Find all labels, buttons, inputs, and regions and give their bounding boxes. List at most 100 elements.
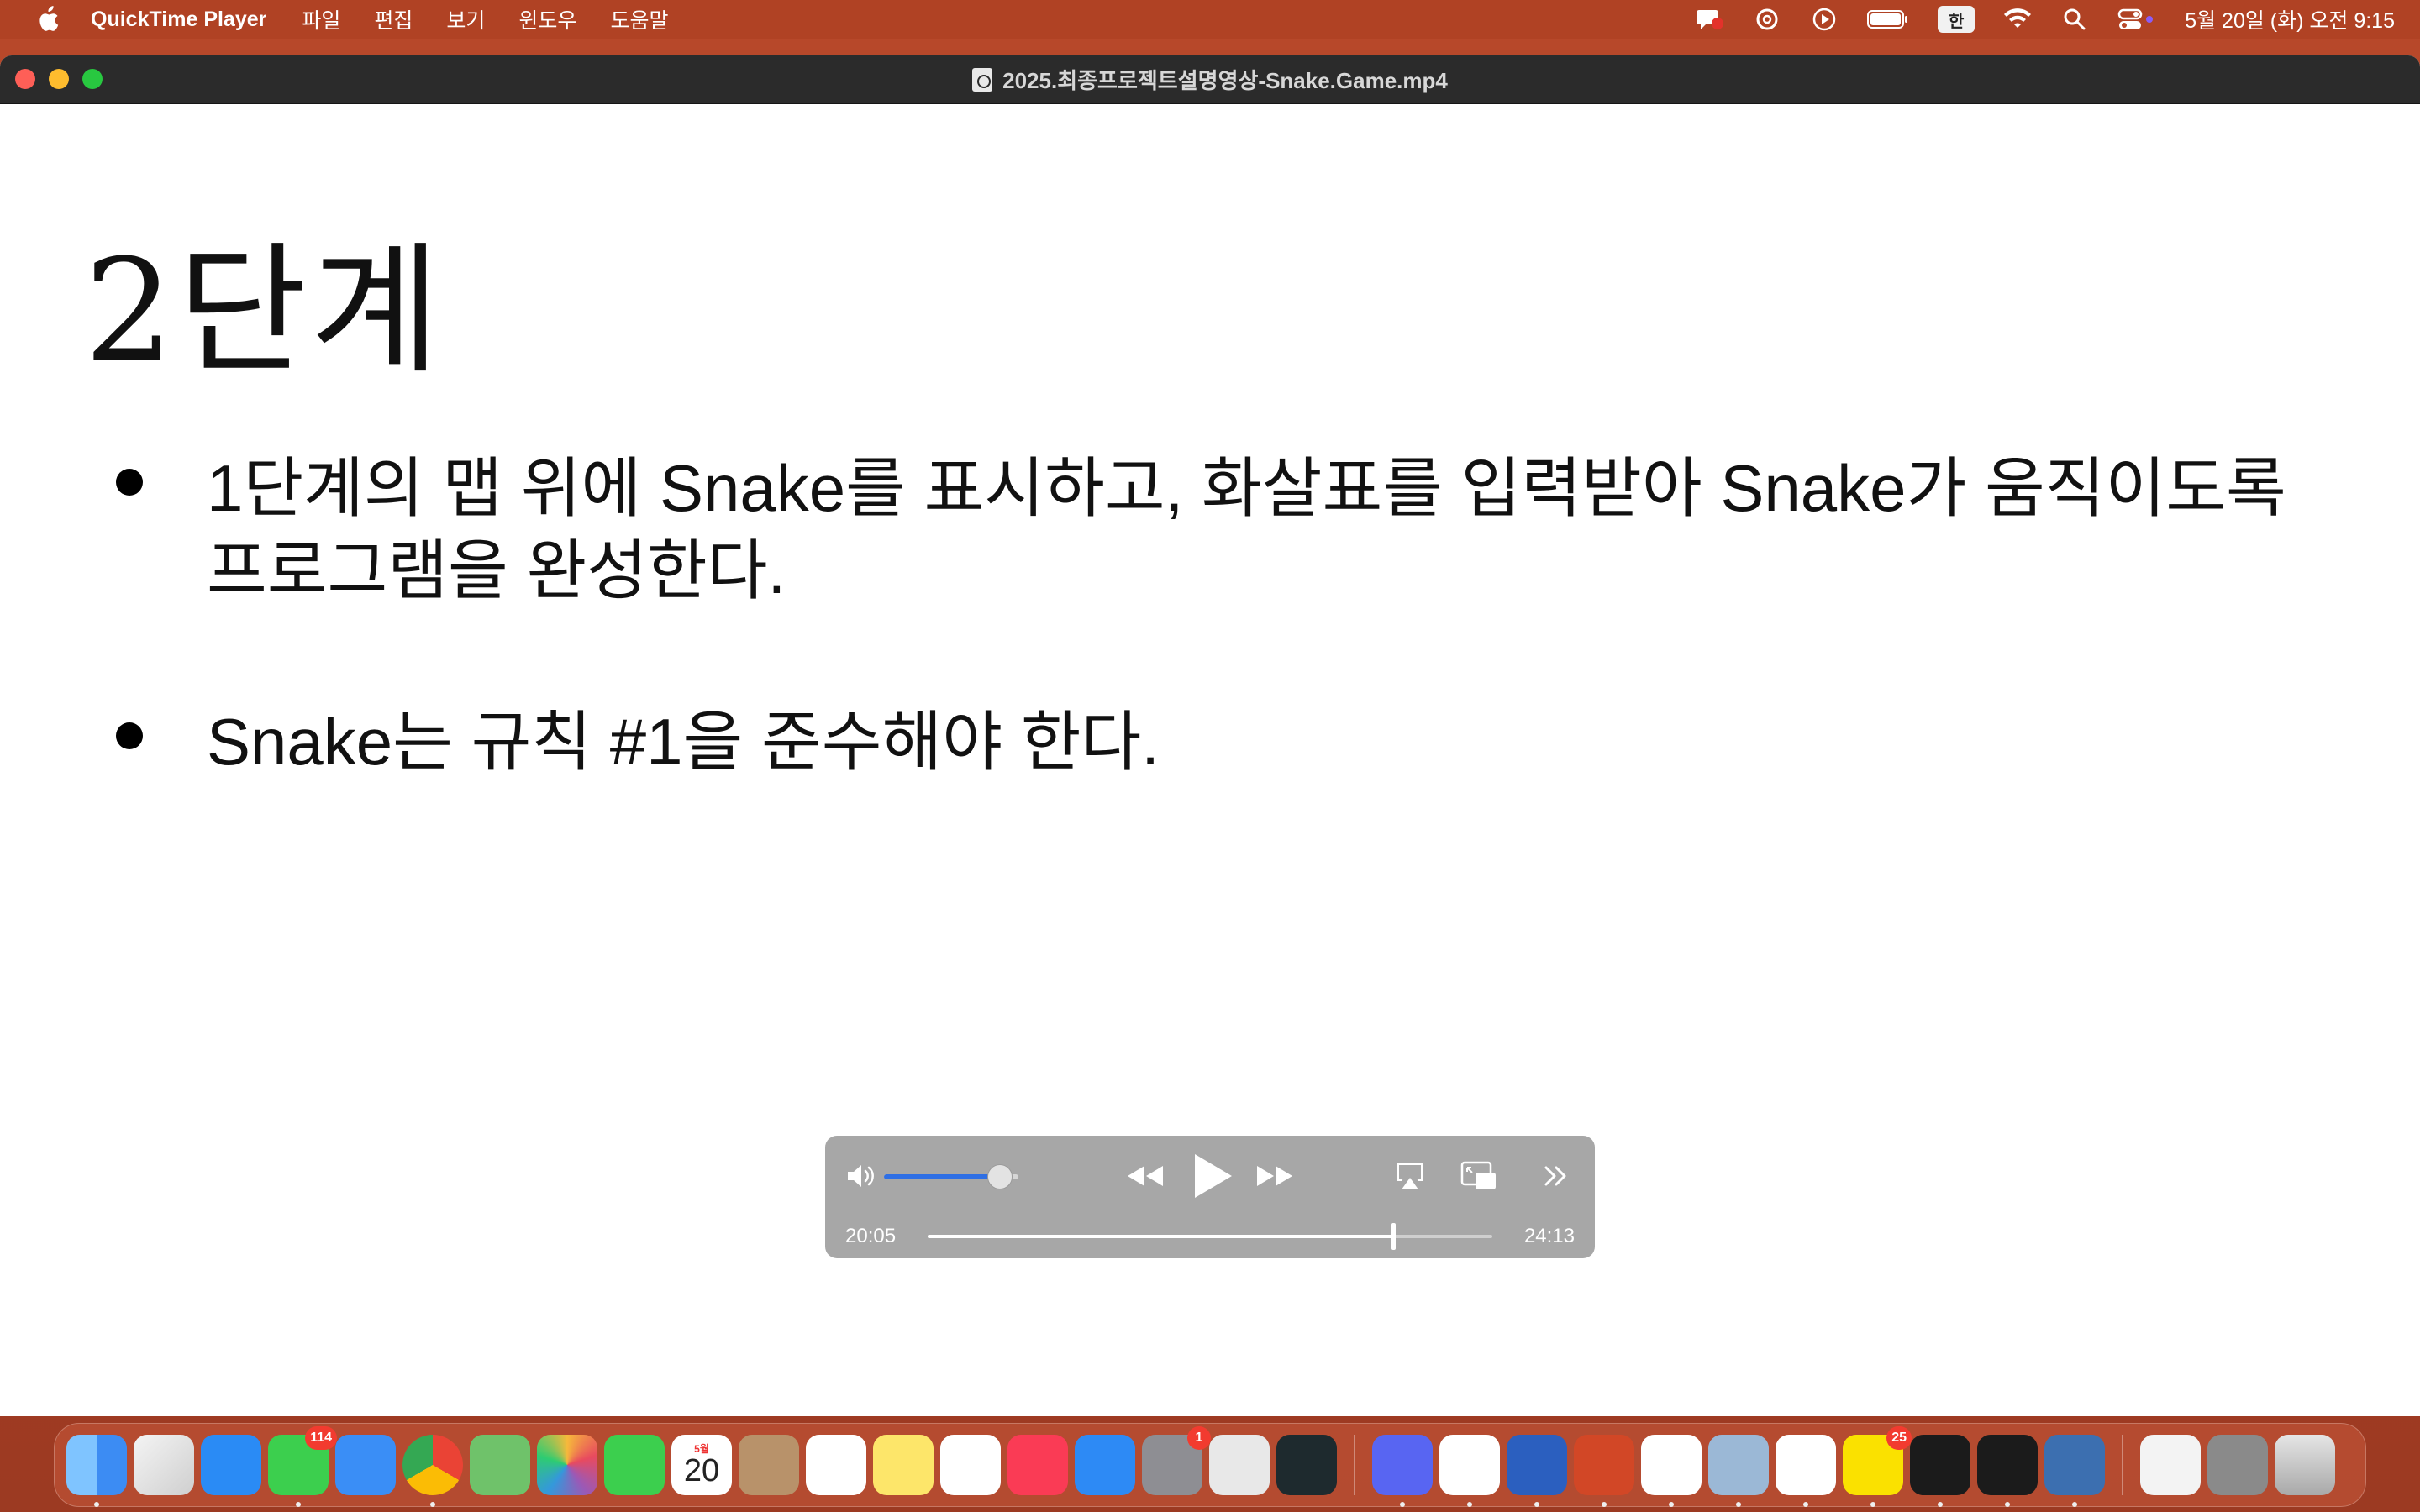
- dock-app-store-icon[interactable]: [1075, 1435, 1135, 1495]
- battery-icon[interactable]: [1867, 5, 1909, 34]
- chat-status-icon[interactable]: [1696, 5, 1724, 34]
- menu-bar: QuickTime Player 파일 편집 보기 윈도우 도움말 한 5월 2…: [0, 0, 2420, 39]
- media-play-icon[interactable]: [1810, 5, 1839, 34]
- running-indicator: [430, 1502, 435, 1507]
- dock-perplexity-icon[interactable]: [1276, 1435, 1337, 1495]
- dock-reminders-icon[interactable]: [806, 1435, 866, 1495]
- bullet-text: Snake는 규칙 #1을 준수해야 한다.: [207, 705, 1160, 779]
- wifi-icon[interactable]: [2003, 5, 2032, 34]
- close-button[interactable]: [15, 69, 35, 89]
- dock-powerpoint-icon[interactable]: [1574, 1435, 1634, 1507]
- apple-menu-icon[interactable]: [32, 3, 62, 36]
- search-icon[interactable]: [2060, 5, 2089, 34]
- airplay-icon[interactable]: [1393, 1159, 1427, 1193]
- dock-photos-icon[interactable]: [537, 1435, 597, 1495]
- dock-notes-icon[interactable]: [873, 1435, 934, 1495]
- zoom-button[interactable]: [82, 69, 103, 89]
- dock-calendar-icon[interactable]: 5월 20: [671, 1435, 732, 1495]
- dock-mail-icon[interactable]: [335, 1435, 396, 1495]
- dock-maps-icon[interactable]: [470, 1435, 530, 1495]
- running-indicator: [1467, 1502, 1472, 1507]
- slide-heading: 2단계: [84, 228, 445, 393]
- running-indicator: [1938, 1502, 1943, 1507]
- running-indicator: [94, 1502, 99, 1507]
- dock-chatgpt-icon[interactable]: [1641, 1435, 1702, 1507]
- window-title: 2025.최종프로젝트설명영상-Snake.Game.mp4: [972, 64, 1448, 95]
- playback-controls: 20:05 24:13: [825, 1136, 1595, 1258]
- menu-edit[interactable]: 편집: [374, 4, 413, 34]
- running-indicator: [1669, 1502, 1674, 1507]
- fast-forward-button[interactable]: [1254, 1159, 1296, 1193]
- dock-freeform-icon[interactable]: [940, 1435, 1001, 1495]
- dock-system-settings-icon[interactable]: 1: [1142, 1426, 1211, 1495]
- notification-badge: 1: [1187, 1426, 1211, 1450]
- timeline-progress: [928, 1235, 1394, 1238]
- notification-badge: 114: [305, 1426, 337, 1450]
- dock-word-icon[interactable]: [1507, 1435, 1567, 1507]
- dock-chrome-icon[interactable]: [402, 1435, 463, 1507]
- dock-kakaotalk-icon[interactable]: 25: [1843, 1426, 1912, 1507]
- dock-recent-photo-icon[interactable]: [2207, 1435, 2268, 1495]
- rewind-button[interactable]: [1124, 1159, 1166, 1193]
- bullet-dot: [116, 469, 143, 496]
- running-indicator: [1736, 1502, 1741, 1507]
- video-file-icon: [972, 67, 993, 92]
- dock-trash-icon[interactable]: [2275, 1435, 2335, 1495]
- window-controls: [15, 69, 103, 89]
- window-titlebar[interactable]: 2025.최종프로젝트설명영상-Snake.Game.mp4: [0, 55, 2420, 104]
- dock-safari-icon[interactable]: [201, 1435, 261, 1495]
- dock-slack-icon[interactable]: [1439, 1435, 1500, 1507]
- dock-iphone-mirroring-icon[interactable]: [1209, 1435, 1270, 1495]
- timeline-scrubber[interactable]: [928, 1223, 1492, 1250]
- dock-contacts-icon[interactable]: [739, 1435, 799, 1495]
- dock-facetime-icon[interactable]: [604, 1435, 665, 1495]
- running-indicator: [1870, 1502, 1876, 1507]
- calendar-day-label: 20: [683, 1453, 720, 1488]
- menu-help[interactable]: 도움말: [610, 4, 668, 34]
- dock-discord-icon[interactable]: [1372, 1435, 1433, 1507]
- running-indicator: [1602, 1502, 1607, 1507]
- timeline-playhead[interactable]: [1392, 1223, 1397, 1250]
- dock-separator: [2122, 1435, 2123, 1495]
- volume-slider[interactable]: [884, 1164, 1018, 1189]
- menu-view[interactable]: 보기: [446, 4, 485, 34]
- bullet-dot: [116, 722, 143, 749]
- minimize-button[interactable]: [49, 69, 69, 89]
- current-time: 20:05: [845, 1225, 897, 1247]
- chatgpt-icon[interactable]: [1753, 5, 1781, 34]
- app-name[interactable]: QuickTime Player: [91, 8, 266, 32]
- volume-slider-knob[interactable]: [986, 1164, 1013, 1189]
- dock-music-icon[interactable]: [1007, 1435, 1068, 1495]
- dock-separator: [1354, 1435, 1355, 1495]
- running-indicator: [2072, 1502, 2077, 1507]
- quicktime-window: 2025.최종프로젝트설명영상-Snake.Game.mp4 2단계 1단계의 …: [0, 55, 2420, 1416]
- dock-preview-icon[interactable]: [1708, 1435, 1769, 1507]
- menu-file[interactable]: 파일: [302, 4, 340, 34]
- picture-in-picture-icon[interactable]: [1460, 1159, 1497, 1193]
- video-frame[interactable]: 2단계 1단계의 맵 위에 Snake를 표시하고, 화살표를 입력받아 Sna…: [0, 104, 2420, 1416]
- remaining-time: 24:13: [1523, 1225, 1575, 1247]
- volume-icon[interactable]: [845, 1161, 879, 1191]
- window-title-text: 2025.최종프로젝트설명영상-Snake.Game.mp4: [1002, 68, 1448, 93]
- menubar-clock[interactable]: 5월 20일 (화) 오전 9:15: [2185, 4, 2395, 34]
- more-options-icon[interactable]: [1541, 1161, 1571, 1191]
- dock-vscode-icon[interactable]: [1776, 1435, 1836, 1507]
- control-center-icon[interactable]: [2118, 5, 2156, 34]
- input-method-indicator[interactable]: 한: [1938, 6, 1975, 33]
- running-indicator: [1400, 1502, 1405, 1507]
- menu-window[interactable]: 윈도우: [518, 4, 576, 34]
- dock-terminal-icon[interactable]: [1910, 1435, 1970, 1507]
- dock-messages-icon[interactable]: 114: [268, 1426, 337, 1507]
- running-indicator: [296, 1502, 301, 1507]
- slide-bullet: Snake는 규칙 #1을 준수해야 한다.: [116, 701, 2358, 783]
- dock: 114 5월 20 1 25: [54, 1423, 2366, 1507]
- dock-finder-icon[interactable]: [66, 1435, 127, 1507]
- dock-cursor-icon[interactable]: [1977, 1435, 2038, 1507]
- dock-launchpad-icon[interactable]: [134, 1435, 194, 1495]
- play-button[interactable]: [1188, 1149, 1235, 1203]
- running-indicator: [1803, 1502, 1808, 1507]
- dock-recent-document-icon[interactable]: [2140, 1435, 2201, 1495]
- dock-quicktime-icon[interactable]: [2044, 1435, 2105, 1507]
- slide-bullet: 1단계의 맵 위에 Snake를 표시하고, 화살표를 입력받아 Snake가 …: [116, 447, 2358, 612]
- notification-badge: 25: [1886, 1426, 1912, 1450]
